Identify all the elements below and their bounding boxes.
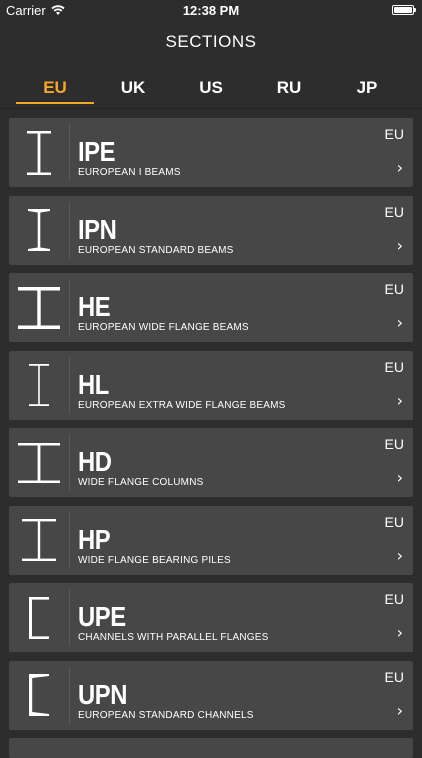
- section-description: EUROPEAN I BEAMS: [78, 167, 181, 178]
- section-code: IPN: [78, 213, 117, 245]
- sections-list: IPE EUROPEAN I BEAMS EU › IPN EUROPEAN S…: [9, 118, 413, 758]
- tab-us[interactable]: US: [172, 72, 250, 104]
- section-region: EU: [384, 281, 404, 297]
- status-time: 12:38 PM: [182, 3, 240, 18]
- row-separator: [69, 279, 70, 336]
- row-separator: [69, 124, 70, 181]
- page-title: SECTIONS: [165, 32, 257, 51]
- status-bar: Carrier 12:38 PM: [0, 0, 422, 22]
- section-row-hd[interactable]: HD WIDE FLANGE COLUMNS EU ›: [9, 428, 413, 497]
- section-row-ipe[interactable]: IPE EUROPEAN I BEAMS EU ›: [9, 118, 413, 187]
- row-separator: [69, 666, 70, 724]
- channel-icon: [17, 665, 61, 726]
- section-row-hl[interactable]: HL EUROPEAN EXTRA WIDE FLANGE BEAMS EU ›: [9, 350, 413, 420]
- tab-uk[interactable]: UK: [94, 72, 172, 104]
- section-code: UPE: [78, 601, 126, 632]
- tab-ru[interactable]: RU: [250, 72, 328, 104]
- row-separator: [69, 511, 70, 569]
- section-description: EUROPEAN STANDARD BEAMS: [78, 244, 234, 256]
- section-row-hp[interactable]: HP WIDE FLANGE BEARING PILES EU ›: [9, 505, 413, 575]
- section-region: EU: [384, 513, 404, 530]
- chevron-right-icon: ›: [396, 390, 403, 410]
- section-region: EU: [384, 436, 404, 452]
- section-code: IPE: [78, 136, 116, 167]
- section-region: EU: [384, 126, 404, 142]
- h-beam-icon: [17, 432, 61, 493]
- i-beam-icon: [17, 355, 61, 416]
- section-description: CHANNELS WITH PARALLEL FLANGES: [78, 632, 269, 643]
- section-region: EU: [384, 203, 404, 220]
- row-separator: [69, 589, 70, 646]
- chevron-right-icon: ›: [396, 313, 403, 332]
- i-beam-icon: [17, 122, 61, 183]
- chevron-right-icon: ›: [396, 468, 403, 487]
- chevron-right-icon: ›: [396, 545, 403, 565]
- battery-icon: [392, 5, 416, 15]
- chevron-right-icon: ›: [396, 158, 403, 177]
- tab-jp[interactable]: JP: [328, 72, 406, 104]
- section-row-upn[interactable]: UPN EUROPEAN STANDARD CHANNELS EU ›: [9, 660, 413, 730]
- h-beam-icon: [17, 510, 61, 571]
- section-code: UPN: [78, 678, 127, 710]
- chevron-right-icon: ›: [396, 623, 403, 642]
- section-row-partial[interactable]: [9, 738, 413, 758]
- section-region: EU: [384, 668, 404, 685]
- section-description: EUROPEAN STANDARD CHANNELS: [78, 709, 254, 721]
- section-description: WIDE FLANGE BEARING PILES: [78, 554, 231, 566]
- section-code: HD: [78, 446, 112, 477]
- row-separator: [69, 356, 70, 414]
- i-beam-icon: [17, 200, 61, 261]
- chevron-right-icon: ›: [396, 235, 403, 255]
- section-code: HE: [78, 291, 111, 322]
- section-code: HL: [78, 368, 109, 400]
- section-description: WIDE FLANGE COLUMNS: [78, 477, 204, 488]
- section-description: EUROPEAN EXTRA WIDE FLANGE BEAMS: [78, 399, 286, 411]
- section-row-ipn[interactable]: IPN EUROPEAN STANDARD BEAMS EU ›: [9, 195, 413, 265]
- region-tabs: EU UK US RU JP: [16, 72, 406, 104]
- tabs-divider: [0, 108, 422, 109]
- channel-icon: [17, 587, 61, 648]
- section-description: EUROPEAN WIDE FLANGE BEAMS: [78, 322, 249, 333]
- h-beam-icon: [17, 277, 61, 338]
- section-region: EU: [384, 358, 404, 375]
- section-code: HP: [78, 523, 111, 555]
- row-separator: [69, 434, 70, 491]
- section-row-he[interactable]: HE EUROPEAN WIDE FLANGE BEAMS EU ›: [9, 273, 413, 342]
- section-row-upe[interactable]: UPE CHANNELS WITH PARALLEL FLANGES EU ›: [9, 583, 413, 652]
- tab-eu[interactable]: EU: [16, 72, 94, 104]
- section-region: EU: [384, 591, 404, 607]
- row-separator: [69, 201, 70, 259]
- chevron-right-icon: ›: [396, 700, 403, 720]
